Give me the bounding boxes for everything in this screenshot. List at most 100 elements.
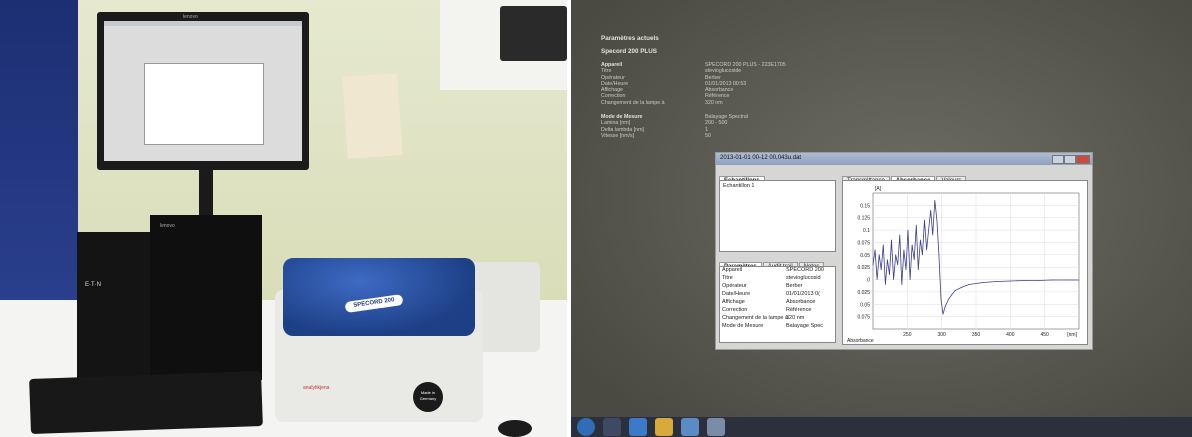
spectrum-point — [884, 284, 886, 285]
spectrum-point — [874, 249, 876, 251]
spectrum-point — [911, 244, 913, 246]
y-tick-label: 0.075 — [857, 315, 870, 321]
y-tick-label: 0.125 — [857, 216, 870, 222]
spectrum-point — [913, 259, 915, 261]
spectrum-point — [907, 229, 909, 231]
maximize-icon[interactable] — [1064, 155, 1076, 164]
samples-panel: Echantillons Echantillon 1 — [719, 169, 836, 252]
param-row: Affichage Absorbance — [722, 299, 816, 305]
param-row: Date/Heure 01/01/2013 0( — [722, 291, 820, 297]
params-block: Appareil SPECORD 200 PLUS - 223E1705 Titr… — [601, 62, 861, 106]
spectrum-point — [940, 298, 942, 300]
minimize-icon[interactable] — [1052, 155, 1064, 164]
spectrum-point — [951, 293, 953, 295]
pc-tower: lenovo — [150, 215, 262, 380]
spectrum-point — [968, 284, 970, 285]
instrument-label: SPECORD 200 — [344, 294, 404, 313]
spectrum-point — [982, 282, 984, 283]
spectrum-point — [1023, 280, 1025, 281]
x-tick-label: 350 — [972, 332, 981, 338]
tower-brand: lenovo — [160, 223, 175, 229]
param-row: Titre stevioglucosid — [722, 275, 821, 281]
params-row: Changement de la lampe à 320 nm — [601, 99, 723, 106]
spectrum-point — [932, 234, 934, 236]
spectrum-point — [899, 234, 901, 236]
spectrum-point — [930, 209, 932, 211]
monitor-brand: lenovo — [183, 14, 198, 20]
spectrum-point — [922, 254, 923, 256]
ups-brand: E·T·N — [85, 282, 101, 288]
computer-monitor: lenovo — [97, 12, 309, 170]
x-tick-label: 250 — [903, 332, 912, 338]
mode-row: Vitesse [nm/s] 50 — [601, 132, 711, 139]
chart-frame: 0.15 0.125 0.1 0.075 0.05 0.025 0 0.025 0.05 0.07… — [842, 180, 1088, 345]
spectrum-point — [1064, 279, 1066, 281]
spectrum-point — [909, 279, 911, 280]
keyboard — [29, 370, 263, 435]
x-axis-title: Absorbance — [847, 338, 874, 344]
spectrophotometer-lid: SPECORD 200 — [283, 258, 475, 336]
spectrum-point — [878, 254, 880, 256]
spectrum-point — [917, 269, 919, 271]
param-row: Opérateur Berber — [722, 283, 803, 289]
spectrum-point — [938, 254, 940, 256]
window-titlebar[interactable]: 2013-01-01 00-12 00,043u.dat — [716, 153, 1092, 165]
y-tick-label: 0.025 — [857, 290, 870, 296]
chart-panel: TransmittanceAbsorbanceValeurs 0.150.125… — [842, 169, 1088, 345]
spectrum-point — [905, 269, 907, 271]
spectrum-point — [872, 264, 874, 266]
spectrum-point — [1009, 280, 1011, 282]
paper-note — [342, 73, 403, 159]
x-axis-unit: [nm] — [1067, 332, 1077, 338]
app-icon[interactable] — [707, 418, 725, 436]
spectrum-point — [928, 229, 930, 231]
y-tick-label: 0.05 — [860, 253, 870, 259]
spectrum-point — [893, 279, 894, 280]
start-orb-icon[interactable] — [577, 418, 595, 436]
window-title: 2013-01-01 00-12 00,043u.dat — [720, 155, 802, 161]
x-tick-label: 450 — [1040, 332, 1049, 338]
samples-list[interactable]: Echantillon 1 — [719, 180, 836, 252]
right-photo-panel: Paramètres actuels Specord 200 PLUS Appa… — [571, 0, 1192, 437]
printer — [500, 6, 567, 61]
ie-icon[interactable] — [629, 418, 647, 436]
spectrum-window[interactable]: 2013-01-01 00-12 00,043u.dat Echantillon… — [715, 152, 1093, 350]
blue-pillar — [0, 0, 78, 300]
device-name: Specord 200 PLUS — [601, 48, 657, 55]
ups-unit: E·T·N — [77, 232, 157, 378]
spectrum-point — [948, 298, 949, 300]
spectrum-point — [1037, 280, 1039, 281]
y-tick-label: 0 — [867, 278, 870, 284]
params-title: Paramètres actuels — [601, 35, 659, 42]
spectrum-point — [915, 224, 917, 226]
left-photo-panel: lenovo E·T·N lenovo analytikjena Made in… — [0, 0, 567, 437]
spectrum-point — [903, 249, 905, 251]
sample-item[interactable]: Echantillon 1 — [723, 183, 832, 189]
explorer-icon[interactable] — [603, 418, 621, 436]
param-row: Mode de Mesure Balayage Spec — [722, 323, 823, 329]
params-table[interactable]: Appareil SPECORD 200 Titre stevioglucosid … — [719, 266, 836, 343]
param-row: Changement de la lampe à 320 nm — [722, 315, 805, 321]
spectrum-point — [882, 244, 884, 246]
spectrum-point — [889, 274, 890, 275]
param-row: Appareil SPECORD 200 — [722, 267, 824, 273]
spectrum-point — [924, 219, 925, 221]
computer-mouse — [498, 420, 532, 437]
spectrum-point — [895, 254, 897, 256]
spectrum-point — [926, 249, 927, 251]
spectrum-point — [961, 286, 963, 288]
spectrum-point — [944, 306, 946, 308]
spectrum-point — [1078, 279, 1080, 281]
spectrum-point — [936, 219, 938, 221]
close-icon[interactable] — [1076, 155, 1090, 164]
mode-block: Mode de Mesure Balayage Spectral Lamina [… — [601, 114, 861, 139]
instrument-make: analytikjena — [303, 385, 330, 391]
folder-icon[interactable] — [655, 418, 673, 436]
spectrum-point — [901, 284, 903, 285]
spectrum-point — [887, 259, 888, 261]
y-tick-label: 0.05 — [860, 302, 870, 308]
absorbance-chart: 0.15 0.125 0.1 0.075 0.05 0.025 0 0.025 0.05 0.07… — [847, 186, 1080, 344]
media-icon[interactable] — [681, 418, 699, 436]
y-tick-label: 0.075 — [857, 240, 870, 246]
monitor-screen — [104, 21, 302, 161]
